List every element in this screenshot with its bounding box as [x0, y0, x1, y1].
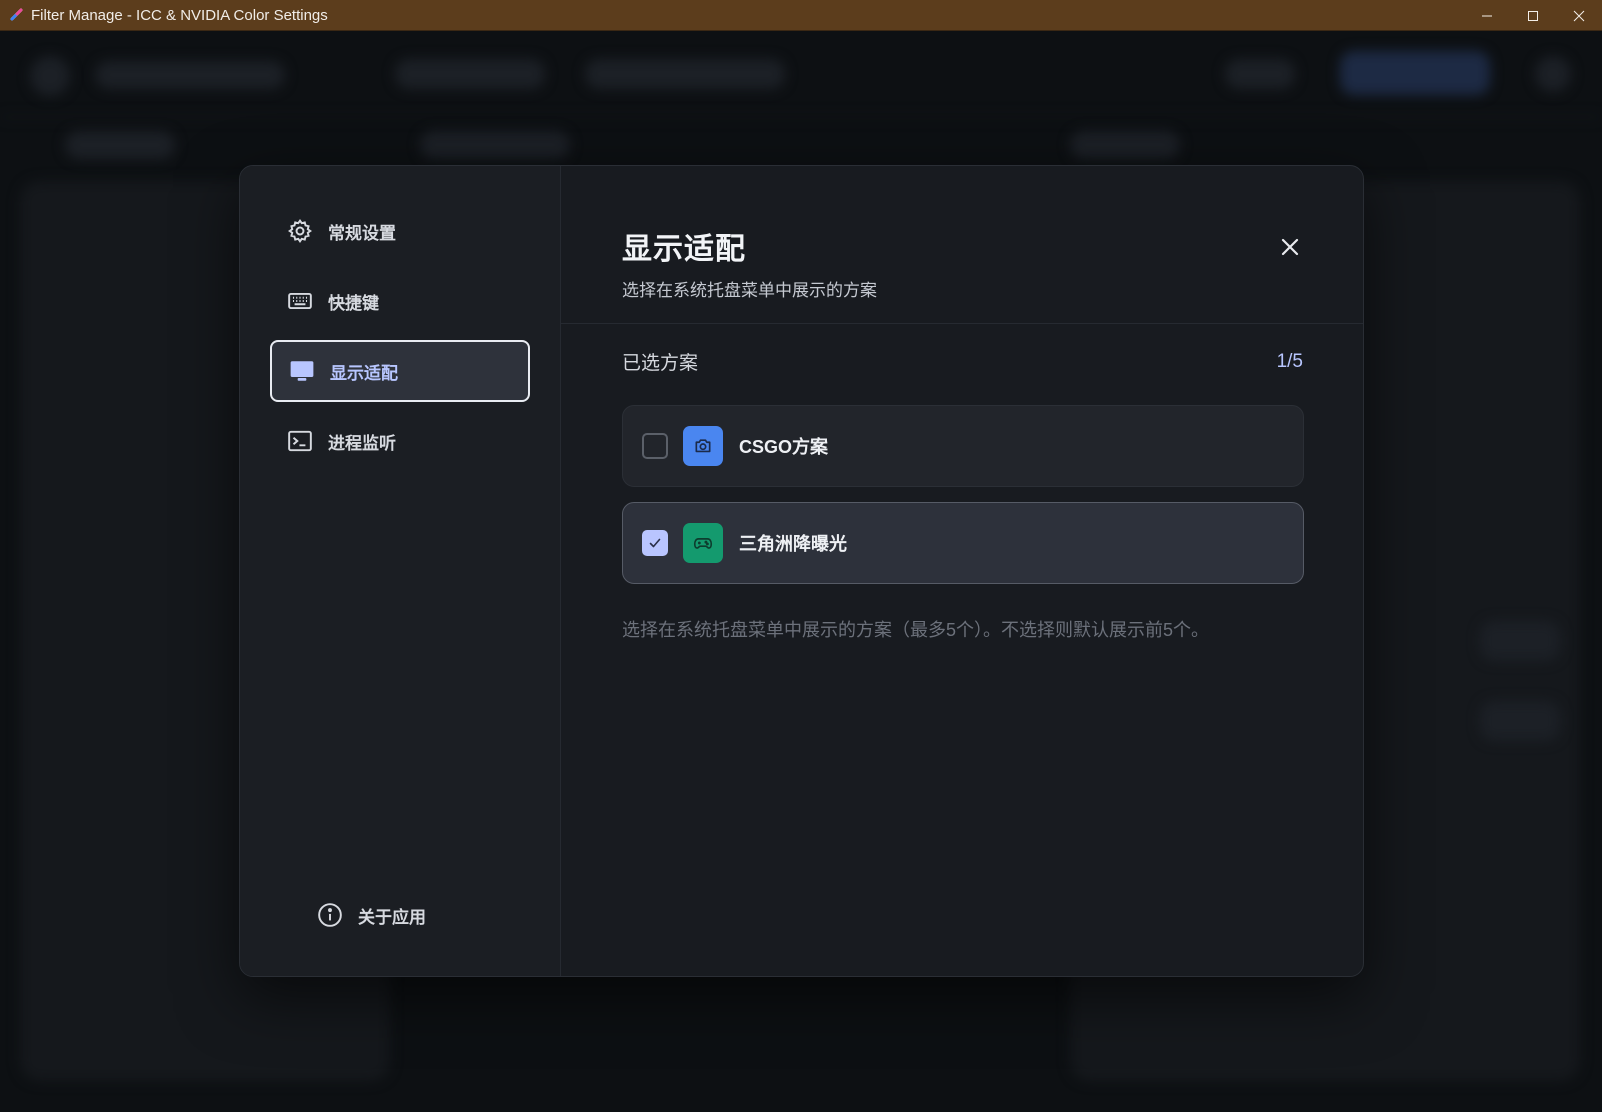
selected-count: 1/5: [1276, 350, 1303, 372]
minimize-button[interactable]: [1464, 0, 1510, 31]
sidebar-item-process-monitor[interactable]: 进程监听: [270, 410, 530, 472]
close-window-button[interactable]: [1556, 0, 1602, 31]
sidebar-item-label: 进程监听: [328, 433, 396, 453]
scheme-card-csgo[interactable]: CSGO方案: [622, 405, 1304, 487]
sidebar-item-display[interactable]: 显示适配: [270, 340, 530, 402]
sidebar-item-label: 常规设置: [328, 223, 396, 243]
close-icon: [1573, 10, 1585, 21]
sidebar-item-general[interactable]: 常规设置: [270, 200, 530, 262]
close-modal-button[interactable]: [1275, 232, 1305, 262]
info-icon: [316, 901, 344, 929]
maximize-icon: [1528, 10, 1538, 21]
gear-icon: [286, 217, 314, 245]
settings-modal: 常规设置 快捷键 显示适配 进程监听 关于应用 显示适配 选择在系统托盘菜单中展…: [239, 165, 1364, 977]
window-title: Filter Manage - ICC & NVIDIA Color Setti…: [31, 6, 328, 24]
window-titlebar: Filter Manage - ICC & NVIDIA Color Setti…: [0, 0, 1602, 31]
page-title: 显示适配: [622, 233, 746, 266]
content-header: 显示适配 选择在系统托盘菜单中展示的方案: [561, 166, 1363, 324]
monitor-icon: [288, 357, 316, 385]
close-icon: [1281, 238, 1299, 256]
settings-sidebar: 常规设置 快捷键 显示适配 进程监听 关于应用: [240, 166, 561, 976]
gamepad-icon: [683, 523, 723, 563]
settings-content: 显示适配 选择在系统托盘菜单中展示的方案 已选方案 1/5 CSGO方案 三角洲…: [561, 166, 1363, 976]
keyboard-icon: [286, 287, 314, 315]
scheme-name: CSGO方案: [739, 437, 829, 457]
camera-icon: [683, 426, 723, 466]
sidebar-item-shortcuts[interactable]: 快捷键: [270, 270, 530, 332]
maximize-button[interactable]: [1510, 0, 1556, 31]
sidebar-item-label: 快捷键: [328, 293, 379, 313]
selected-schemes-row: 已选方案 1/5: [622, 348, 1303, 375]
sidebar-item-label: 关于应用: [358, 907, 426, 927]
scheme-checkbox[interactable]: [642, 530, 668, 556]
section-label: 已选方案: [622, 353, 699, 374]
scheme-card-delta[interactable]: 三角洲降曝光: [622, 502, 1304, 584]
scheme-checkbox[interactable]: [642, 433, 668, 459]
scheme-name: 三角洲降曝光: [739, 534, 847, 554]
check-icon: [649, 538, 661, 548]
terminal-icon: [286, 427, 314, 455]
sidebar-item-about[interactable]: 关于应用: [300, 884, 560, 946]
app-logo-icon: [9, 7, 25, 23]
page-subtitle: 选择在系统托盘菜单中展示的方案: [622, 281, 877, 300]
minimize-icon: [1482, 15, 1492, 16]
sidebar-item-label: 显示适配: [330, 363, 398, 383]
help-text: 选择在系统托盘菜单中展示的方案（最多5个）。不选择则默认展示前5个。: [622, 620, 1210, 640]
